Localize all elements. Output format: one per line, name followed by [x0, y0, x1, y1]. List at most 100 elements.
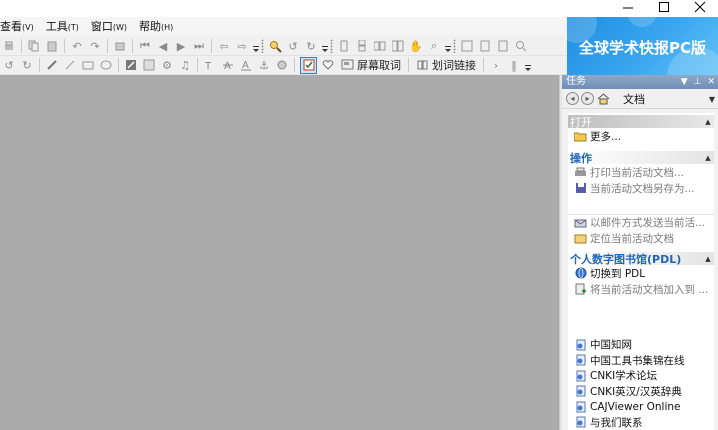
pause-icon[interactable]: ‖ — [507, 58, 521, 72]
open-more-label: 更多... — [590, 130, 622, 143]
pin-icon[interactable]: ⊥ — [694, 75, 702, 89]
find-icon[interactable] — [268, 39, 282, 53]
add-doc-icon — [574, 283, 587, 296]
web-doc-icon — [574, 400, 587, 413]
web-doc-icon — [574, 338, 587, 351]
facing-page-icon[interactable] — [373, 39, 387, 53]
line-icon[interactable] — [63, 58, 77, 72]
collapse-icon[interactable]: ▲ — [702, 153, 714, 163]
word-link-button[interactable]: 划词链接 — [412, 57, 480, 74]
locate-doc-link[interactable]: 定位当前活动文档 — [568, 230, 714, 246]
chevron-down-icon[interactable] — [253, 39, 259, 53]
svg-text:A: A — [242, 60, 249, 71]
collapse-icon[interactable]: ▲ — [702, 254, 714, 264]
chevron-down-icon[interactable] — [322, 39, 328, 53]
section-operations-header[interactable]: 操作 ▲ — [568, 151, 714, 165]
close-button[interactable] — [682, 0, 718, 14]
rotate-right-icon[interactable]: ↻ — [304, 39, 318, 53]
section-operations: 操作 ▲ 打印当前活动文档... 当前活动文档另存为... 以邮件方式发送当前活… — [568, 151, 714, 246]
rotate-left-icon[interactable]: ↺ — [286, 39, 300, 53]
menu-window[interactable]: 窗口(W) — [85, 17, 133, 36]
switch-pdl-link[interactable]: 切换到 PDL — [568, 265, 714, 281]
fit-width-icon[interactable] — [478, 39, 492, 53]
chevron-down-icon[interactable] — [525, 58, 531, 72]
link-reference-books[interactable]: 中国工具书集锦在线 — [568, 353, 714, 369]
text-select-icon[interactable]: T — [203, 58, 217, 72]
section-pdl-header[interactable]: 个人数字图书馆(PDL) ▲ — [568, 252, 714, 266]
actual-size-icon[interactable] — [496, 39, 510, 53]
promo-banner[interactable]: 全球学术快报PC版 — [567, 17, 718, 75]
dropdown-icon[interactable]: ▼ — [681, 75, 688, 89]
fit-page-icon[interactable] — [460, 39, 474, 53]
forward-icon[interactable]: ⇨ — [235, 39, 249, 53]
first-page-icon[interactable]: ⏮ — [138, 39, 152, 53]
open-more-link[interactable]: 更多... — [568, 128, 714, 144]
email-doc-link[interactable]: 以邮件方式发送当前活... — [568, 214, 714, 230]
link-cajviewer-online[interactable]: CAJViewer Online — [568, 399, 714, 415]
forward-icon[interactable]: ▸ — [581, 92, 594, 105]
print-icon[interactable] — [2, 39, 16, 53]
section-pdl-title: 个人数字图书馆(PDL) — [570, 252, 682, 266]
toolbar-tools: ↺ ↻ ⚙ ♫ T A A ⚓ 屏幕取词 划词链接 › ‖ — [0, 56, 566, 75]
zoom-in-icon[interactable] — [514, 39, 528, 53]
close-icon[interactable]: ✕ — [707, 75, 715, 89]
continuous-page-icon[interactable] — [355, 39, 369, 53]
task-pane-menu-icon[interactable]: ▼ — [709, 95, 715, 104]
screen-capture-button[interactable]: 屏幕取词 — [337, 57, 405, 74]
paste-icon[interactable] — [45, 39, 59, 53]
collapse-icon[interactable]: ▲ — [702, 117, 714, 127]
separator — [64, 39, 65, 53]
heart-icon[interactable] — [321, 58, 335, 72]
back-icon[interactable]: ⇦ — [217, 39, 231, 53]
pencil-icon[interactable] — [45, 58, 59, 72]
select-icon[interactable] — [113, 39, 127, 53]
note-icon[interactable] — [142, 58, 156, 72]
menu-help[interactable]: 帮助(H) — [133, 17, 179, 36]
document-area[interactable] — [0, 75, 559, 430]
clip-icon[interactable] — [275, 58, 289, 72]
text-recognition-button[interactable] — [300, 56, 317, 74]
toolbar-grip[interactable] — [453, 39, 456, 53]
stamp-icon[interactable]: ⚙ — [160, 58, 174, 72]
link-forum[interactable]: CNKI学术论坛 — [568, 368, 714, 384]
link-cnki[interactable]: 中国知网 — [568, 337, 714, 353]
ellipse-icon[interactable] — [99, 58, 113, 72]
copy-icon[interactable] — [27, 39, 41, 53]
hand-tool-icon[interactable]: ✋ — [409, 39, 423, 53]
menu-view[interactable]: 查看(V) — [0, 17, 40, 36]
zoom-tool-icon[interactable]: ⌕ — [427, 39, 441, 53]
save-as-link[interactable]: 当前活动文档另存为... — [568, 180, 714, 196]
rotate-icon[interactable]: ↺ — [2, 58, 16, 72]
anchor-icon[interactable]: ⚓ — [257, 58, 271, 72]
printer-icon — [574, 166, 587, 179]
section-open-header[interactable]: 打开 ▲ — [568, 115, 714, 129]
toolbar-grip[interactable] — [330, 39, 333, 53]
last-page-icon[interactable]: ⏭ — [192, 39, 206, 53]
single-page-icon[interactable] — [337, 39, 351, 53]
underline-icon[interactable]: A — [239, 58, 253, 72]
toolbar-grip[interactable] — [261, 39, 264, 53]
back-icon[interactable]: ◂ — [566, 92, 579, 105]
print-doc-link[interactable]: 打印当前活动文档... — [568, 164, 714, 180]
menu-tools-label: 工具 — [45, 20, 68, 33]
add-to-pdl-link[interactable]: 将当前活动文档加入到 ... — [568, 281, 714, 297]
link-dictionary[interactable]: CNKI英汉/汉英辞典 — [568, 384, 714, 400]
link-contact-us[interactable]: 与我们联系 — [568, 415, 714, 430]
redo-icon[interactable]: ↷ — [88, 39, 102, 53]
highlight-icon[interactable] — [124, 58, 138, 72]
rectangle-icon[interactable] — [81, 58, 95, 72]
strikethrough-icon[interactable]: A — [221, 58, 235, 72]
maximize-button[interactable] — [646, 0, 682, 14]
prev-page-icon[interactable]: ◀ — [156, 39, 170, 53]
continuous-facing-icon[interactable] — [391, 39, 405, 53]
home-icon[interactable] — [597, 92, 610, 105]
music-icon[interactable]: ♫ — [178, 58, 192, 72]
chevron-down-icon[interactable] — [445, 39, 451, 53]
undo-icon[interactable]: ↶ — [70, 39, 84, 53]
locate-doc-label: 定位当前活动文档 — [590, 232, 674, 245]
minimize-button[interactable] — [610, 0, 646, 14]
play-icon[interactable]: › — [489, 58, 503, 72]
next-page-icon[interactable]: ▶ — [174, 39, 188, 53]
refresh-icon[interactable]: ↻ — [20, 58, 34, 72]
menu-tools[interactable]: 工具(T) — [40, 17, 85, 36]
